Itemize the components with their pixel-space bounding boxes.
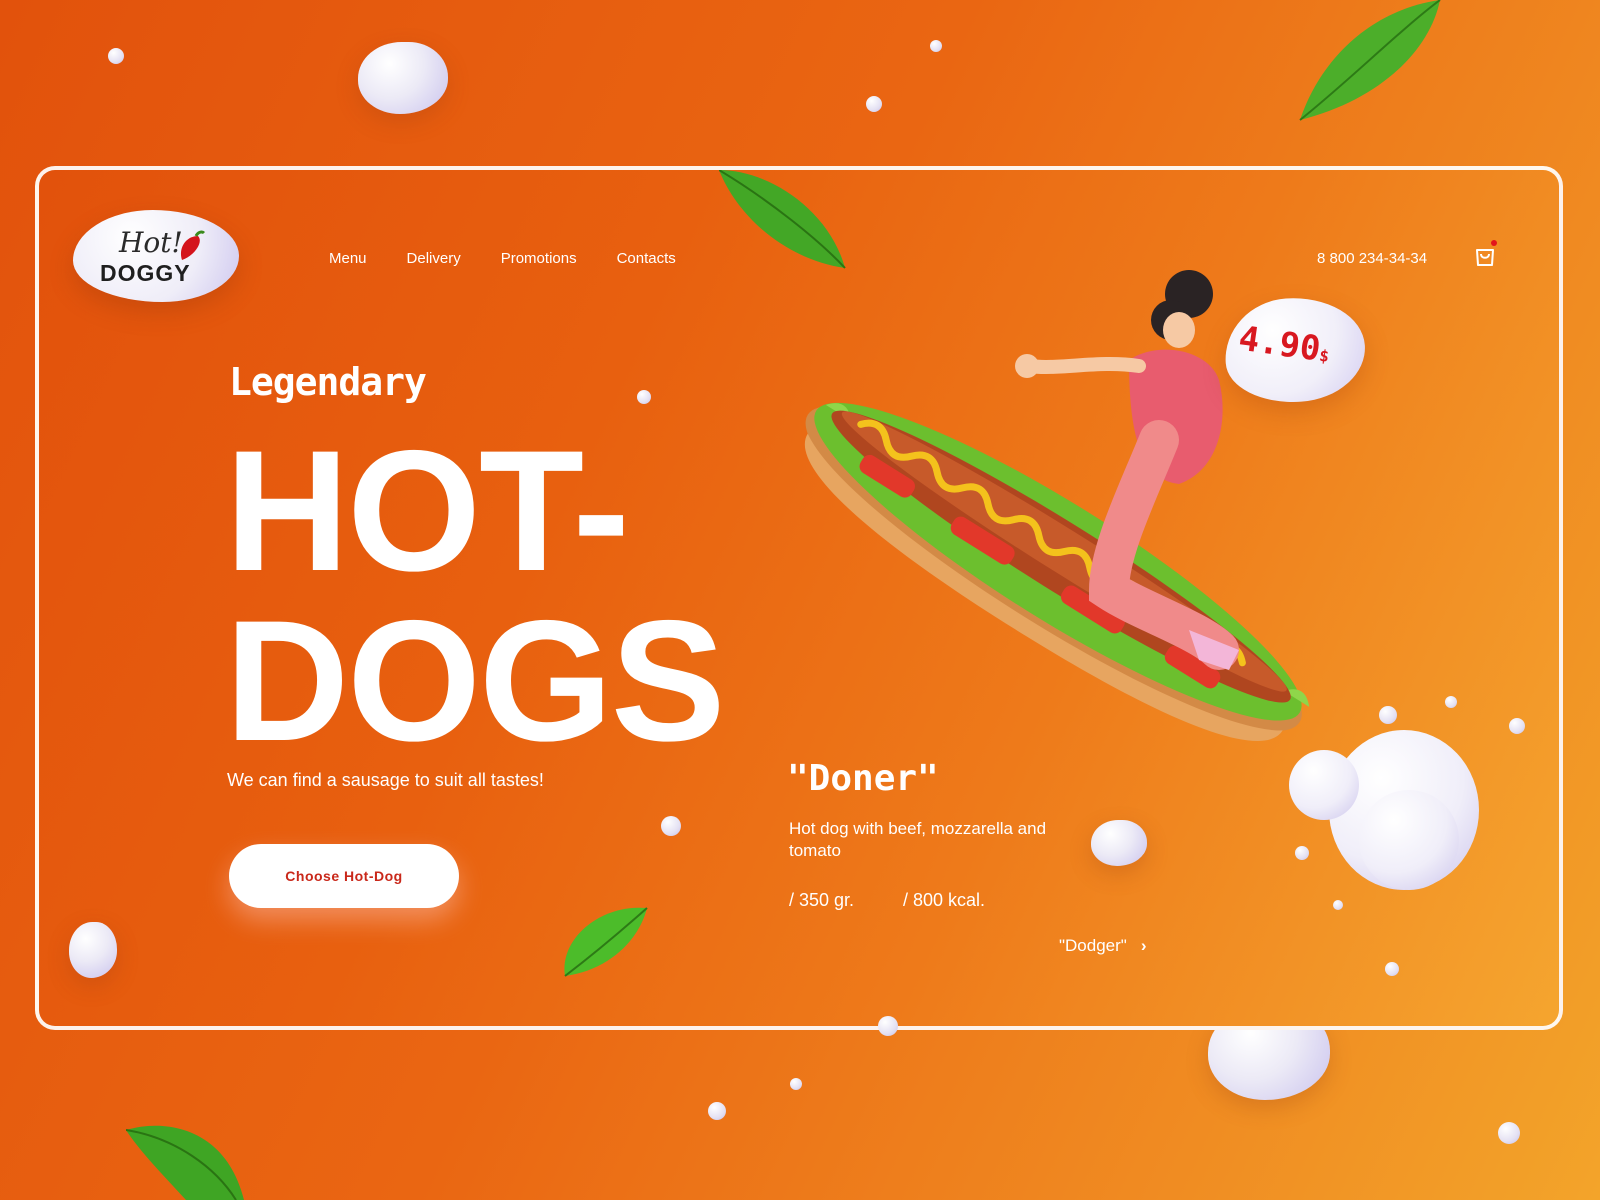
decor-dot — [1498, 1122, 1520, 1144]
decor-dot — [790, 1078, 802, 1090]
nav-menu[interactable]: Menu — [329, 250, 367, 267]
choose-hotdog-button[interactable]: Choose Hot-Dog — [229, 844, 459, 908]
leaf-decoration — [719, 170, 846, 269]
chili-icon — [180, 230, 206, 260]
rocket-smoke — [1289, 750, 1359, 820]
logo-script-text: Hot! — [119, 226, 183, 259]
phone-number[interactable]: 8 800 234-34-34 — [1317, 250, 1427, 267]
decor-dot — [1445, 696, 1457, 708]
decor-dot — [1385, 962, 1399, 976]
decor-dot — [637, 390, 651, 404]
decor-dot — [108, 48, 124, 64]
nav-promotions[interactable]: Promotions — [501, 250, 577, 267]
next-product-link[interactable]: "Dodger" › — [1059, 936, 1147, 956]
logo-wordmark: DOGGY — [100, 260, 191, 286]
decor-dot — [661, 816, 681, 836]
decor-cloud — [69, 922, 117, 978]
decor-dot — [866, 96, 882, 112]
rocket-smoke — [1359, 790, 1459, 890]
price-value: 4.90$ — [1236, 318, 1331, 370]
hero-card: Hot! DOGGY Menu Delivery Promotions Cont… — [35, 166, 1563, 1030]
cart-notification-dot — [1491, 240, 1497, 246]
product-description: Hot dog with beef, mozzarella and tomato — [789, 819, 1047, 860]
decor-dot — [1333, 900, 1343, 910]
main-nav: Menu Delivery Promotions Contacts — [329, 250, 676, 267]
decor-cloud — [1091, 820, 1147, 866]
decor-dot — [1509, 718, 1525, 734]
product-name: "Doner" — [787, 758, 939, 799]
hero-kicker: Legendary — [229, 360, 427, 404]
chevron-right-icon: › — [1140, 936, 1147, 955]
decor-dot — [1379, 706, 1397, 724]
product-calories: / 800 kcal. — [903, 890, 986, 910]
product-weight: / 350 gr. — [789, 890, 855, 910]
nav-contacts[interactable]: Contacts — [617, 250, 676, 267]
leaf-decoration — [1299, 0, 1441, 121]
decor-cloud — [358, 42, 448, 114]
decor-dot — [1295, 846, 1309, 860]
hero-tagline: We can find a sausage to suit all tastes… — [227, 770, 544, 790]
decor-dot — [930, 40, 942, 52]
leaf-decoration — [564, 907, 648, 977]
brand-logo[interactable]: Hot! DOGGY — [73, 210, 239, 302]
decor-dot — [708, 1102, 726, 1120]
decor-dot — [878, 1016, 898, 1036]
leaf-decoration — [126, 1125, 244, 1200]
hero-title-line1: HOT- — [225, 415, 630, 607]
nav-delivery[interactable]: Delivery — [407, 250, 461, 267]
next-product-label: "Dodger" — [1059, 936, 1127, 955]
hero-title-line2: DOGS — [225, 585, 726, 777]
